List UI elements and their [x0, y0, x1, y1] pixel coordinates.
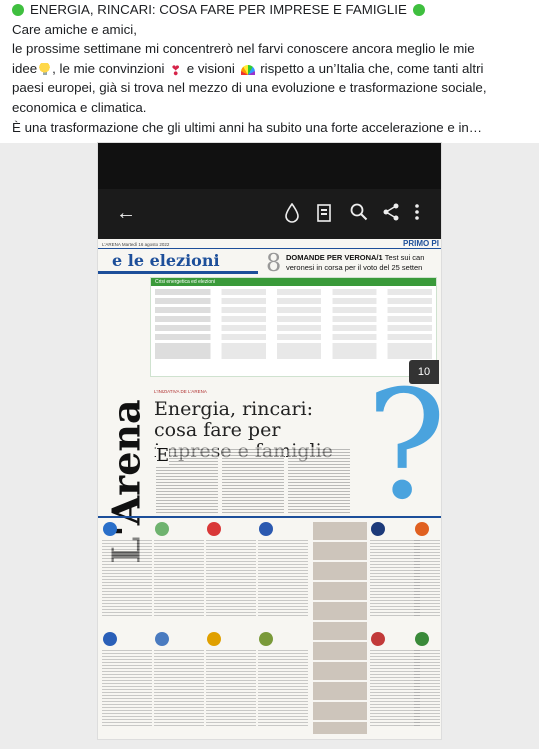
question-mark-graphic: ?: [366, 359, 441, 533]
article-column: [222, 447, 284, 513]
post-line-2c: e visioni: [186, 60, 235, 76]
post-line-2b: , le mie convinzioni: [52, 60, 165, 76]
candidate-card: [412, 630, 441, 730]
party-logo: [155, 632, 169, 646]
candidate-text: [414, 538, 440, 618]
post-line-3: paesi europei, già si trova nel mezzo di…: [12, 80, 487, 96]
party-logo: [207, 522, 221, 536]
phone-screenshot: ← L'ARENA Martedì 16 agosto 2022 PRIMO P…: [98, 143, 441, 739]
party-logo: [207, 632, 221, 646]
post-text: ENERGIA, RINCARI: COSA FARE PER IMPRESE …: [12, 0, 532, 137]
green-circle-icon: [12, 3, 24, 16]
party-logo: [103, 522, 117, 536]
article-column: [288, 447, 350, 513]
candidate-card: [256, 630, 312, 730]
light-bulb-icon: [39, 62, 51, 75]
candidate-card: [152, 630, 208, 730]
drop-cap: E: [156, 445, 170, 466]
candidate-card: [412, 520, 441, 620]
candidate-text: [206, 648, 256, 728]
section-label: PRIMO PI: [402, 239, 439, 248]
candidate-text: [414, 648, 440, 728]
back-arrow-icon[interactable]: ←: [116, 203, 136, 223]
party-logo: [103, 632, 117, 646]
domande-heading: DOMANDE PER VERONA/1: [286, 253, 383, 262]
post-title-line: ENERGIA, RINCARI: COSA FARE PER IMPRESE …: [12, 0, 532, 20]
candidate-text: [258, 538, 308, 618]
candidate-text: [206, 538, 256, 618]
candidate-card: [100, 630, 156, 730]
candidate-photos: [313, 522, 367, 734]
candidate-card: [256, 520, 312, 620]
question-number: 8: [266, 249, 282, 277]
post-line-2: idee , le mie convinzioni ❣ e visioni ris…: [12, 59, 532, 79]
heart-icon: ❣: [170, 62, 182, 78]
post-line-5[interactable]: È una trasformazione che gli ultimi anni…: [12, 118, 532, 138]
party-logo: [259, 522, 273, 536]
post-line-2a: idee: [12, 60, 38, 76]
table-row: [155, 316, 432, 322]
table-row: [155, 343, 432, 359]
article-kicker: L'INIZIATIVA DE L'ARENA: [154, 389, 207, 394]
section-title: e le elezioni: [112, 251, 220, 270]
party-logo: [259, 632, 273, 646]
post-line-2d: rispetto a un’Italia che, come tanti alt…: [260, 60, 484, 76]
post-line-1: le prossime settimane mi concentrerò nel…: [12, 41, 475, 57]
candidate-text: [102, 648, 152, 728]
search-icon[interactable]: [350, 203, 368, 225]
domande-text: Test sui can: [384, 253, 425, 262]
candidate-text: [102, 538, 152, 618]
candidate-text: [154, 538, 204, 618]
table-row: [155, 334, 432, 340]
section-rule: [98, 271, 258, 274]
post-media[interactable]: ← L'ARENA Martedì 16 agosto 2022 PRIMO P…: [0, 143, 539, 749]
domande-title: DOMANDE PER VERONA/1 Test sui can: [286, 253, 424, 262]
newspaper-page: L'ARENA Martedì 16 agosto 2022 PRIMO PI …: [98, 239, 441, 739]
party-logo: [415, 522, 429, 536]
candidate-card: [204, 630, 260, 730]
green-circle-icon: [412, 3, 425, 16]
candidate-text: [154, 648, 204, 728]
party-logo: [371, 632, 385, 646]
table-row: [155, 298, 432, 304]
table-row: [155, 325, 432, 331]
rainbow-icon: [240, 64, 255, 75]
section-divider: [98, 516, 441, 518]
post-greeting: Care amiche e amici,: [12, 21, 137, 37]
candidate-card: [204, 520, 260, 620]
viewer-toolbar: ←: [98, 189, 441, 239]
table-title: Crisi energetica ed elezioni: [151, 278, 436, 286]
party-logo: [155, 522, 169, 536]
status-bar: [98, 143, 441, 189]
share-icon[interactable]: [382, 203, 400, 225]
table-row: [155, 307, 432, 313]
candidate-card: [100, 520, 156, 620]
domande-subtitle: veronesi in corsa per il voto del 25 set…: [286, 263, 423, 272]
candidate-card: [152, 520, 208, 620]
candidate-text: [258, 648, 308, 728]
table-row: [155, 289, 432, 295]
party-logo: [371, 522, 385, 536]
post-line-4: economica e climatica.: [12, 99, 147, 115]
masthead-date: L'ARENA Martedì 16 agosto 2022: [102, 242, 170, 247]
water-drop-icon[interactable]: [284, 202, 300, 227]
party-logo: [415, 632, 429, 646]
post-title: ENERGIA, RINCARI: COSA FARE PER IMPRESE …: [30, 2, 407, 17]
candidates-grid: [100, 520, 441, 739]
more-vert-icon[interactable]: [414, 203, 420, 225]
document-icon[interactable]: [316, 203, 332, 227]
